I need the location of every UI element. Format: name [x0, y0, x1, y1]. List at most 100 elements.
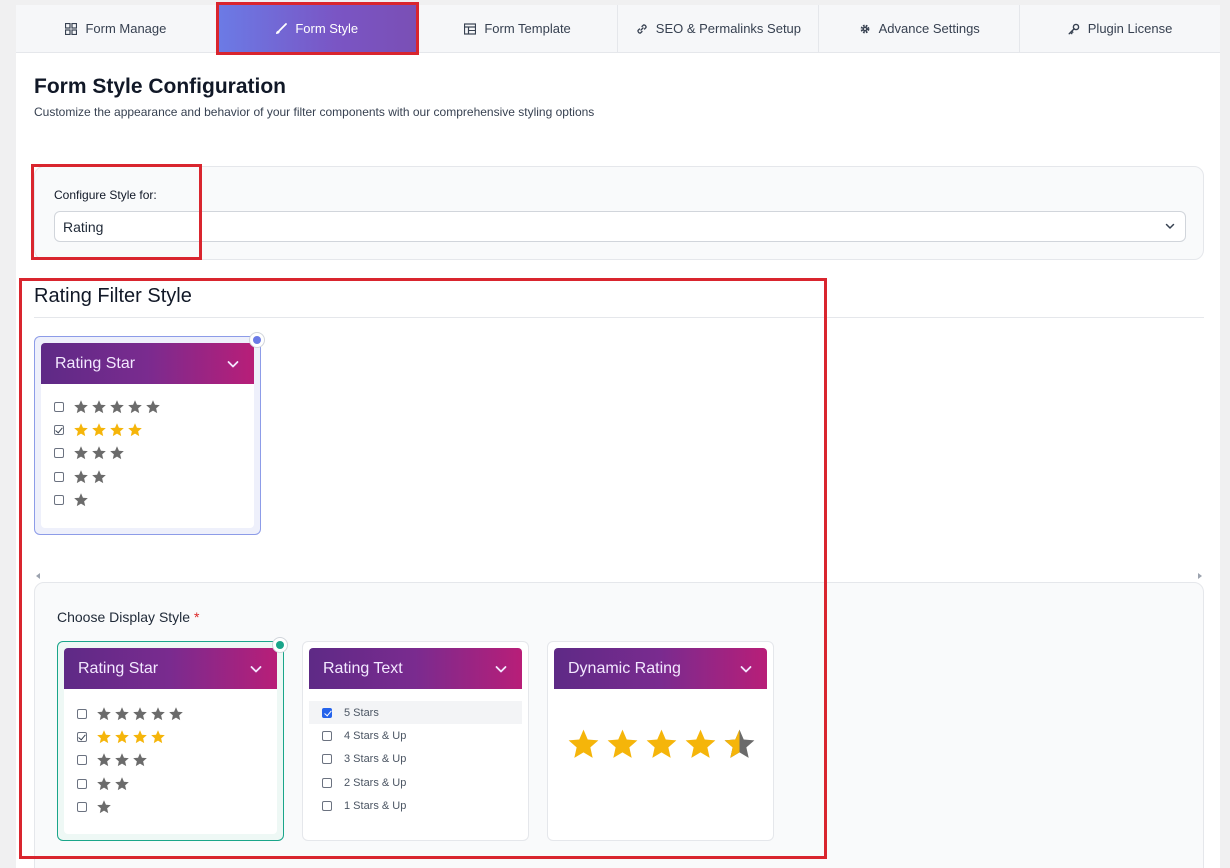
- star-icon: [133, 730, 147, 744]
- star-icon: [92, 423, 106, 437]
- card-preview: Rating Star: [64, 648, 277, 834]
- star-group: [96, 729, 166, 745]
- star-group: [96, 776, 130, 792]
- tab-label: Form Template: [484, 21, 571, 36]
- template-icon: [464, 22, 477, 35]
- star-icon: [92, 469, 106, 483]
- checkbox: [77, 755, 87, 766]
- tab-form-style[interactable]: Form Style: [216, 5, 418, 52]
- rating-row: [64, 702, 277, 725]
- list-item: 5 Stars: [309, 701, 522, 725]
- star-group: [96, 752, 148, 768]
- settings-tabs: Form Manage Form Style Form Template SEO…: [16, 5, 1220, 53]
- rating-row: [64, 772, 277, 795]
- star-icon: [685, 729, 716, 758]
- preview-header: Rating Star: [64, 648, 277, 689]
- star-icon: [97, 753, 111, 767]
- text-rows: 5 Stars 4 Stars & Up 3 Stars & Up 2 Star…: [309, 689, 522, 817]
- tab-advance-settings[interactable]: Advance Settings: [819, 5, 1021, 52]
- checkbox: [54, 494, 64, 505]
- checkbox: [54, 401, 64, 412]
- star-icon: [151, 730, 165, 744]
- filter-style-card-rating-star[interactable]: Rating Star: [34, 332, 265, 535]
- star-icon: [568, 729, 599, 758]
- display-style-label: Choose Display Style *: [57, 609, 199, 625]
- checkbox: [322, 730, 332, 741]
- grid-icon: [65, 22, 78, 35]
- checkbox: [54, 471, 64, 482]
- selected-indicator: [249, 332, 265, 348]
- rating-row: [41, 395, 254, 418]
- required-mark: *: [193, 609, 200, 625]
- star-icon: [97, 776, 111, 790]
- checkbox: [322, 707, 332, 718]
- rating-row: [41, 418, 254, 441]
- display-option-rating-star[interactable]: Rating Star: [57, 637, 288, 841]
- link-icon: [637, 23, 647, 34]
- chevron-down-icon: [495, 665, 507, 672]
- checkbox: [77, 778, 87, 789]
- star-icon: [115, 753, 129, 767]
- star-icon: [74, 423, 88, 437]
- list-item: 4 Stars & Up: [309, 724, 522, 747]
- list-item: 3 Stars & Up: [309, 748, 522, 771]
- chevron-down-icon: [740, 665, 752, 672]
- star-group: [73, 445, 125, 461]
- list-item: 2 Stars & Up: [309, 771, 522, 794]
- dynamic-stars: [554, 689, 767, 762]
- card-preview: Rating Star: [41, 343, 254, 528]
- tab-label: Form Style: [295, 21, 359, 36]
- star-group: [73, 422, 143, 438]
- brush-icon: [276, 22, 288, 34]
- star-rows: [64, 689, 277, 818]
- page-subtitle: Customize the appearance and behavior of…: [34, 105, 595, 119]
- preview-header: Rating Star: [41, 343, 254, 384]
- star-group: [73, 399, 161, 415]
- star-group: [73, 492, 89, 508]
- rating-row: [41, 442, 254, 465]
- tab-seo-permalinks[interactable]: SEO & Permalinks Setup: [618, 5, 820, 52]
- tab-form-manage[interactable]: Form Manage: [16, 5, 217, 52]
- gear-icon: [860, 24, 870, 33]
- checkbox: [54, 424, 64, 435]
- form-style-panel: Form Style Configuration Customize the a…: [16, 53, 1220, 868]
- card-preview: Rating Text 5 Stars 4 Stars & Up 3 Stars…: [309, 648, 522, 834]
- display-style-label-text: Choose Display Style: [57, 609, 191, 625]
- preview-title: Rating Text: [323, 659, 403, 677]
- checkbox: [322, 800, 332, 811]
- tab-form-template[interactable]: Form Template: [418, 5, 619, 52]
- star-icon: [74, 399, 88, 413]
- tab-label: Plugin License: [1087, 21, 1173, 36]
- star-icon: [115, 706, 129, 720]
- rating-row: [64, 725, 277, 748]
- display-option-dynamic-rating[interactable]: Dynamic Rating: [547, 641, 774, 841]
- preview-title: Rating Star: [78, 659, 159, 677]
- configure-style-box: Configure Style for: Rating: [34, 166, 1204, 260]
- tab-plugin-license[interactable]: Plugin License: [1020, 5, 1220, 52]
- star-icon: [74, 493, 88, 506]
- list-item: 1 Stars & Up: [309, 794, 522, 817]
- configure-style-label: Configure Style for:: [54, 188, 157, 202]
- checkbox: [322, 777, 332, 788]
- checkbox: [77, 801, 87, 812]
- star-icon: [74, 469, 88, 483]
- rating-row: [64, 749, 277, 772]
- preview-title: Rating Star: [55, 354, 136, 372]
- selected-indicator: [272, 637, 288, 653]
- tab-label: Form Manage: [85, 21, 167, 36]
- rating-row: [41, 465, 254, 488]
- configure-style-select[interactable]: Rating: [54, 211, 1186, 242]
- scroll-left-icon[interactable]: [36, 573, 40, 579]
- card-preview: Dynamic Rating: [554, 648, 767, 834]
- star-icon: [110, 399, 124, 413]
- list-item-label: 4 Stars & Up: [344, 729, 407, 742]
- display-option-rating-text[interactable]: Rating Text 5 Stars 4 Stars & Up 3 Stars…: [302, 641, 529, 841]
- key-icon: [1068, 23, 1080, 34]
- chevron-down-icon: [250, 665, 262, 672]
- rating-row: [41, 488, 254, 511]
- scroll-right-icon[interactable]: [1198, 573, 1202, 579]
- star-icon: [151, 706, 165, 720]
- star-icon: [92, 399, 106, 413]
- section-divider: [34, 317, 1204, 318]
- star-rows: [41, 384, 254, 511]
